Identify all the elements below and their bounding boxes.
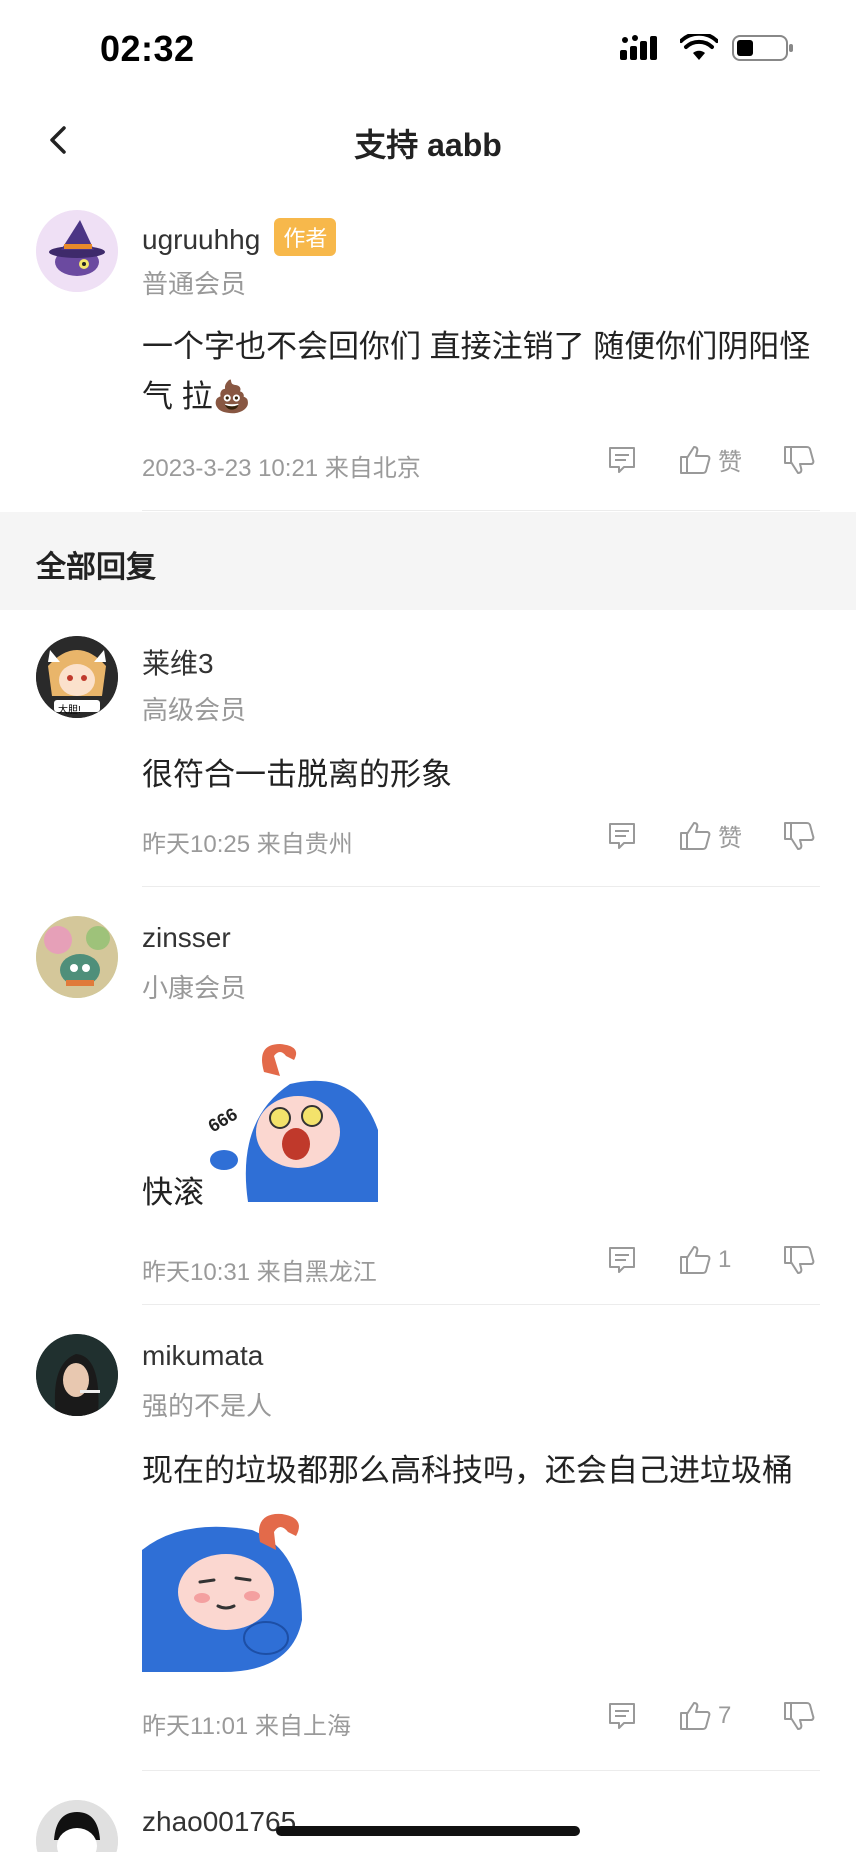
thumbs-up-icon [680, 1702, 711, 1730]
blue-doll-lying-sticker-icon [142, 1513, 302, 1672]
status-time: 02:32 [100, 28, 195, 69]
reply-button[interactable] [606, 444, 638, 476]
post-content: 一个字也不会回你们 直接注销了 随便你们阴阳怪气 拉💩 [142, 329, 811, 414]
reply-item: 大胆! 莱维3 高级会员 很符合一击脱离的形象 昨天10:25 来自贵州 赞 [0, 610, 856, 888]
witch-cat-avatar-icon [36, 210, 118, 292]
dislike-button[interactable] [782, 1244, 816, 1276]
author-badge: 作者 [274, 218, 337, 256]
reply-actions: 1 [606, 1244, 816, 1276]
comment-icon [609, 822, 635, 849]
divider [142, 1304, 820, 1305]
reply-actions: 赞 [606, 818, 816, 853]
reply-meta: 昨天11:01 来自上海 [142, 1713, 351, 1740]
avatar[interactable]: 大胆! [36, 636, 118, 718]
reply-actions: 7 [606, 1700, 816, 1732]
avatar-caption: 大胆! [58, 705, 81, 716]
username[interactable]: mikumata [142, 1340, 263, 1372]
divider [142, 1770, 820, 1771]
member-level: 高级会员 [142, 695, 247, 725]
dislike-button[interactable] [782, 820, 816, 852]
nav-bar: 支持 aabb [0, 100, 856, 180]
section-header: 全部回复 [0, 512, 856, 610]
divider [142, 886, 820, 887]
reply-item: mikumata 强的不是人 现在的垃圾都那么高科技吗，还会自己进垃圾桶 昨天1… [0, 1306, 856, 1772]
avatar[interactable] [36, 210, 118, 292]
reply-item: zhao001765 [0, 1772, 856, 1852]
goblin-avatar-icon [36, 916, 118, 998]
member-level: 强的不是人 [142, 1391, 273, 1421]
reply-button[interactable] [606, 820, 638, 852]
section-title: 全部回复 [36, 551, 156, 584]
status-icons [620, 34, 794, 62]
sticker-image: 666 [205, 1040, 378, 1202]
wifi-icon [680, 34, 718, 60]
like-count: 1 [718, 1246, 732, 1273]
comment-icon [609, 1247, 635, 1273]
comment-icon [609, 446, 635, 473]
username[interactable]: ugruuhhg 作者 [142, 218, 337, 256]
reply-button[interactable] [606, 1700, 638, 1732]
reply-meta: 昨天10:25 来自贵州 [142, 831, 353, 858]
home-indicator [276, 1826, 580, 1836]
comment-icon [609, 1703, 635, 1729]
post-actions: 赞 [606, 442, 816, 477]
reply-button[interactable] [606, 1244, 638, 1276]
avatar[interactable] [36, 1800, 118, 1852]
signal-icon [620, 35, 657, 60]
thumbs-up-icon [680, 821, 711, 850]
thumbs-up-icon [680, 1246, 711, 1274]
like-button[interactable]: 1 [678, 1244, 746, 1276]
post-meta: 2023-3-23 10:21 来自北京 [142, 455, 421, 482]
status-bar: 02:32 [0, 0, 856, 100]
like-count: 赞 [718, 825, 742, 852]
username-text: ugruuhhg [142, 224, 261, 255]
battery-icon [732, 35, 793, 61]
avatar[interactable] [36, 1334, 118, 1416]
member-level: 普通会员 [142, 269, 247, 299]
username[interactable]: 莱维3 [142, 642, 214, 682]
thumbs-down-icon [784, 821, 815, 850]
thumbs-down-icon [784, 1246, 815, 1274]
dislike-button[interactable] [782, 444, 816, 476]
divider [142, 510, 820, 511]
like-button[interactable]: 7 [678, 1700, 746, 1732]
portrait-avatar-icon [36, 1334, 118, 1416]
member-level: 小康会员 [142, 973, 247, 1003]
dislike-button[interactable] [782, 1700, 816, 1732]
thumbs-down-icon [784, 1702, 815, 1730]
username[interactable]: zinsser [142, 922, 231, 954]
reply-item: zinsser 小康会员 快滚 666 昨天10:31 来自黑龙江 1 [0, 888, 856, 1306]
cartoon-boy-avatar-icon [36, 1800, 118, 1852]
thumbs-up-icon [680, 445, 711, 474]
sticker-image [142, 1510, 310, 1672]
original-post: ugruuhhg 作者 普通会员 一个字也不会回你们 直接注销了 随便你们阴阳怪气… [0, 200, 856, 512]
reply-content: 很符合一击脱离的形象 [142, 757, 452, 792]
reply-meta: 昨天10:31 来自黑龙江 [142, 1259, 377, 1286]
username[interactable]: zhao001765 [142, 1806, 296, 1838]
like-button[interactable]: 赞 [678, 818, 746, 853]
avatar[interactable] [36, 916, 118, 998]
reply-content: 现在的垃圾都那么高科技吗，还会自己进垃圾桶 [142, 1453, 793, 1488]
like-count: 赞 [718, 449, 742, 476]
like-button[interactable]: 赞 [678, 442, 746, 477]
thumbs-down-icon [784, 445, 815, 474]
page-title: 支持 aabb [354, 127, 502, 163]
like-count: 7 [718, 1702, 732, 1729]
